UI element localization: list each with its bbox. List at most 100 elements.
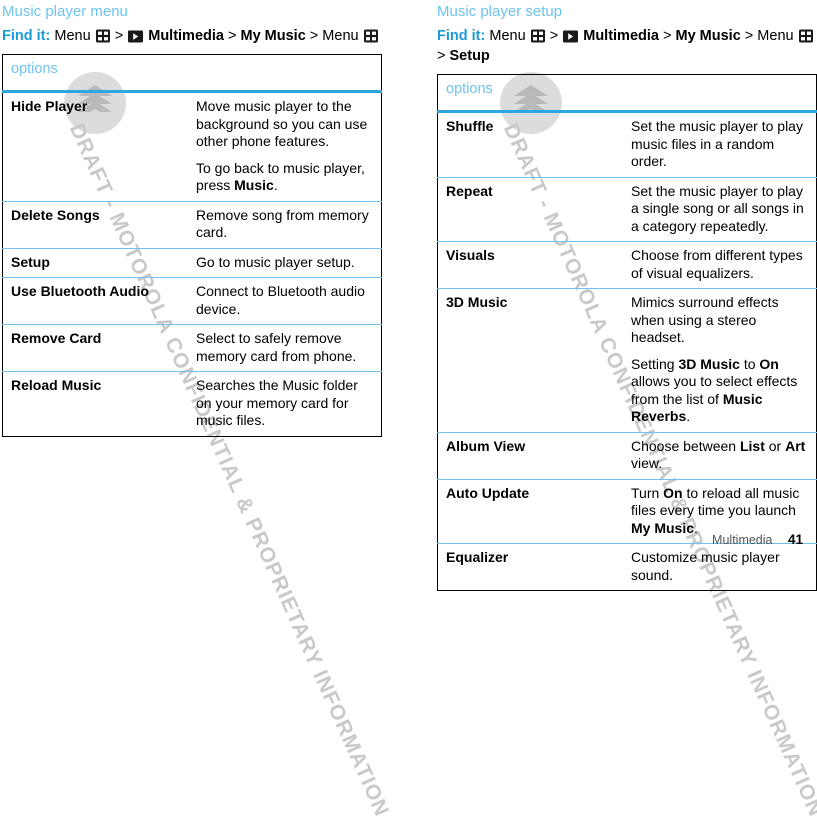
- body-text: .: [686, 408, 691, 424]
- option-name: Repeat: [437, 176, 627, 242]
- findit-separator: >: [110, 28, 128, 44]
- emphasis-text: List: [739, 437, 765, 454]
- option-description: Connect to Bluetooth audio device.: [192, 277, 382, 325]
- option-description: Customize music player sound.: [627, 543, 817, 591]
- body-text: To go back to music player, press: [196, 159, 365, 194]
- emphasis-text: 3D Music: [678, 355, 740, 372]
- findit-separator: >: [658, 28, 676, 44]
- body-text: Set the music player to play music files…: [631, 118, 803, 169]
- table-row: Use Bluetooth Audio Connect to Bluetooth …: [2, 277, 382, 325]
- findit-step-label: My Music: [675, 28, 741, 44]
- option-description: Searches the Music folder on your memory…: [192, 371, 382, 436]
- section-title: Music player menu: [2, 3, 128, 20]
- findit-separator: >: [437, 48, 450, 64]
- option-name: Visuals: [437, 241, 627, 289]
- option-name: Remove Card: [2, 324, 192, 372]
- option-description: Select to safely remove memory card from…: [192, 324, 382, 372]
- findit-label: Find it:: [2, 28, 51, 44]
- findit-path: Find it: Menu > Multimedia > My Music > …: [437, 26, 817, 66]
- option-description: Remove song from memory card.: [192, 200, 382, 248]
- section-music-player-menu: Music player menu Find it: Menu > Multime…: [2, 0, 382, 437]
- description-paragraph: Searches the Music folder on your memory…: [196, 377, 375, 430]
- description-paragraph: Mimics surround effects when using a ste…: [631, 294, 810, 347]
- page-content: Music player menu Find it: Menu > Multime…: [0, 0, 817, 591]
- description-paragraph: Choose between List or Art view.: [631, 438, 810, 473]
- body-text: Customize music player sound.: [631, 549, 780, 583]
- table-row: Setup Go to music player setup.: [2, 247, 382, 278]
- option-description: Set the music player to play music files…: [627, 112, 817, 178]
- emphasis-text: On: [663, 484, 683, 501]
- findit-step-label: Setup: [449, 48, 490, 64]
- body-text: to: [739, 355, 760, 372]
- table-row: Repeat Set the music player to play a sin…: [437, 176, 817, 242]
- description-paragraph: Turn On to reload all music files every …: [631, 485, 810, 538]
- multimedia-play-icon: [128, 30, 144, 43]
- section-music-player-setup: Music player setup Find it: Menu > Multim…: [437, 0, 817, 591]
- table-row: Remove Card Select to safely remove memor…: [2, 324, 382, 372]
- body-text: Remove song from memory card.: [196, 206, 369, 241]
- emphasis-text: Music: [234, 177, 274, 193]
- description-paragraph: Set the music player to play music files…: [631, 118, 810, 171]
- emphasis-text: On: [759, 355, 779, 372]
- body-text: Choose between: [631, 437, 740, 454]
- body-text: Mimics surround effects when using a ste…: [631, 294, 779, 345]
- option-description: Choose between List or Art view.: [627, 431, 817, 479]
- page-footer: Multimedia 41: [712, 532, 803, 547]
- table-row: Reload Music Searches the Music folder on…: [2, 371, 382, 436]
- table-row: Equalizer Customize music player sound.: [437, 543, 817, 591]
- multimedia-play-icon: [563, 30, 579, 43]
- column-header-options: options: [437, 74, 817, 113]
- body-text: Connect to Bluetooth audio device.: [196, 283, 365, 317]
- column-header-options: options: [2, 54, 382, 93]
- table-row: Visuals Choose from different types of vi…: [437, 241, 817, 289]
- body-text: Setting: [631, 355, 679, 372]
- description-paragraph: To go back to music player, press Music.: [196, 160, 375, 195]
- findit-separator: >: [545, 28, 563, 44]
- body-text: Select to safely remove memory card from…: [196, 330, 357, 364]
- description-paragraph: Set the music player to play a single so…: [631, 183, 810, 236]
- description-paragraph: Remove song from memory card.: [196, 207, 375, 242]
- findit-step-label: Menu: [757, 28, 794, 44]
- findit-separator: >: [223, 28, 241, 44]
- findit-step-label: My Music: [240, 28, 306, 44]
- menu-grid-icon: [95, 29, 110, 43]
- option-name: Delete Songs: [2, 200, 192, 248]
- findit-step-label: Menu: [54, 28, 91, 44]
- section-title: Music player setup: [437, 3, 563, 20]
- body-text: Choose from different types of visual eq…: [631, 247, 803, 281]
- body-text: Move music player to the background so y…: [196, 98, 368, 149]
- body-text: Searches the Music folder on your memory…: [196, 377, 358, 428]
- body-text: or: [764, 437, 786, 454]
- table-row: 3D Music Mimics surround effects when usi…: [437, 288, 817, 432]
- emphasis-text: My Music: [631, 519, 695, 536]
- findit-step-label: Multimedia: [583, 28, 659, 44]
- findit-step-label: Menu: [322, 28, 359, 44]
- option-description: Go to music player setup.: [192, 247, 382, 278]
- menu-grid-icon: [530, 29, 545, 43]
- footer-chapter-label: Multimedia: [712, 533, 773, 547]
- emphasis-text: Art: [785, 437, 806, 454]
- findit-path: Find it: Menu > Multimedia > My Music > …: [2, 26, 382, 46]
- body-text: Set the music player to play a single so…: [631, 182, 804, 234]
- options-table: options Hide Player Move music player to t…: [2, 54, 382, 437]
- table-row: Shuffle Set the music player to play musi…: [438, 112, 817, 178]
- description-paragraph: Choose from different types of visual eq…: [631, 247, 810, 282]
- option-description: Choose from different types of visual eq…: [627, 241, 817, 289]
- body-text: allows you to select effects from the li…: [631, 373, 798, 407]
- description-paragraph: Go to music player setup.: [196, 254, 375, 272]
- findit-separator: >: [740, 28, 758, 44]
- findit-label: Find it:: [437, 28, 486, 44]
- description-paragraph: Select to safely remove memory card from…: [196, 330, 375, 365]
- description-paragraph: Move music player to the background so y…: [196, 98, 375, 151]
- menu-grid-icon: [798, 29, 813, 43]
- option-name: Use Bluetooth Audio: [2, 277, 192, 325]
- option-name: Auto Update: [437, 478, 627, 544]
- option-name: 3D Music: [437, 288, 627, 432]
- table-row: Delete Songs Remove song from memory card…: [2, 200, 382, 248]
- menu-grid-icon: [363, 29, 378, 43]
- options-table: options Shuffle Set the music player to pl…: [437, 74, 817, 591]
- option-name: Reload Music: [2, 371, 192, 436]
- table-header-row: options: [2, 54, 382, 93]
- table-row: Hide Player Move music player to the back…: [3, 92, 382, 202]
- option-description: Set the music player to play a single so…: [627, 176, 817, 242]
